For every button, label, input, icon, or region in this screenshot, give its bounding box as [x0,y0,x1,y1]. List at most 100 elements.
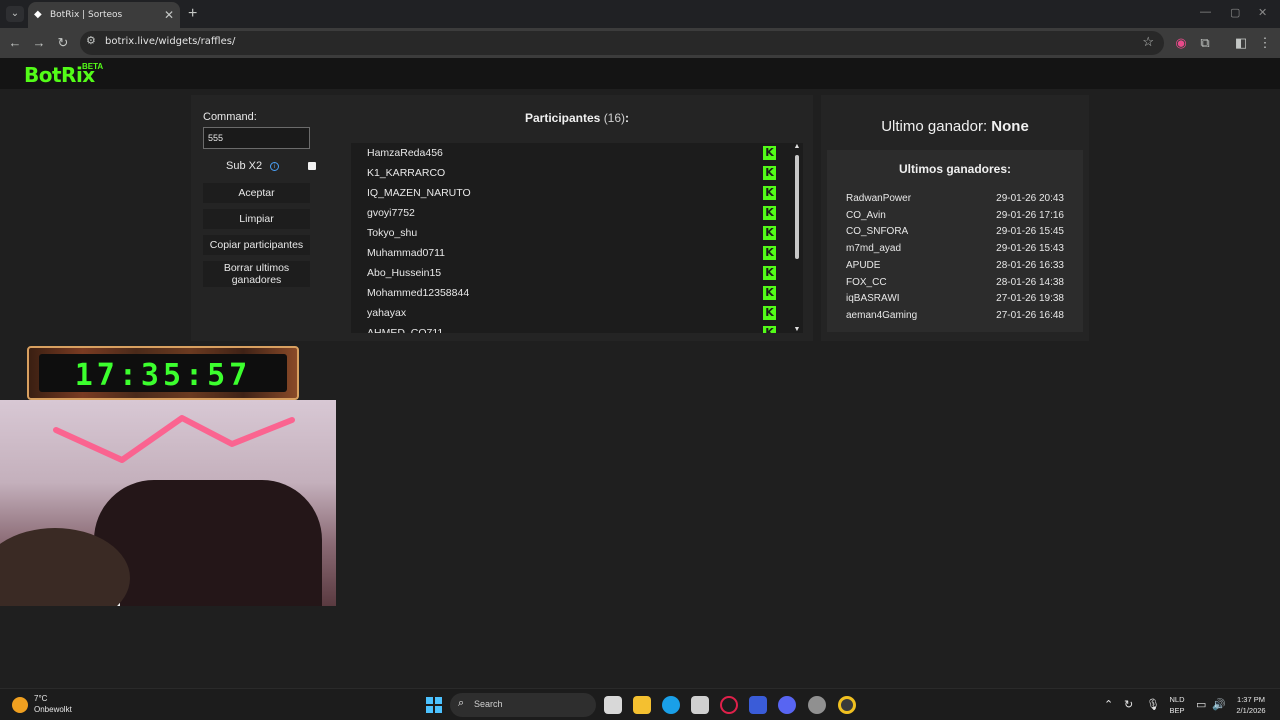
delete-winners-button[interactable]: Borrar ultimos ganadores [203,261,310,287]
sync-icon[interactable]: ↻ [1124,698,1133,711]
browser-tab-active[interactable]: ◆ BotRix | Sorteos ✕ [28,2,180,28]
maximize-icon[interactable]: ▢ [1230,6,1240,19]
participant-name: Mohammed12358844 [367,287,470,299]
back-icon[interactable]: ← [6,34,24,52]
taskbar-search[interactable]: ⌕ Search [450,693,596,717]
address-url[interactable]: botrix.live/widgets/raffles/ [105,36,235,47]
clock-time: 17:35:57 [74,358,252,393]
weather-description[interactable]: Onbewolkt [34,705,72,714]
new-tab-icon[interactable]: + [188,5,197,23]
winner-date: 29-01-26 17:16 [996,209,1064,221]
command-label: Command: [203,111,257,123]
participant-name: Abo_Hussein15 [367,267,442,279]
clock-display: 17:35:57 [39,354,287,393]
tray-overflow-icon[interactable]: ⌃ [1104,698,1113,711]
participant-row[interactable]: Muhammad0711 K [351,243,803,263]
participant-row[interactable]: HamzaReda456 K [351,143,803,163]
store-icon[interactable] [691,696,709,714]
participants-list[interactable]: HamzaReda456 K K1_KARRARCO K IQ_MAZEN_NARUTO… [351,143,803,333]
discord-icon[interactable] [778,696,796,714]
close-window-icon[interactable]: ✕ [1258,6,1267,19]
windows-start-icon[interactable] [426,697,442,713]
microphone-icon[interactable]: 🎙 [1146,698,1160,711]
file-explorer-icon[interactable] [633,696,651,714]
winner-date: 28-01-26 16:33 [996,259,1064,271]
kick-icon: K [763,266,776,280]
kick-icon: K [763,306,776,320]
scroll-down-icon[interactable]: ▼ [793,326,801,333]
scroll-thumb[interactable] [795,155,799,259]
participants-count: (16) [603,111,626,125]
weather-icon[interactable] [12,697,28,713]
opera-icon[interactable] [720,696,738,714]
clock-time-taskbar[interactable]: 1:37 PM [1228,695,1274,704]
clear-button[interactable]: Limpiar [203,209,310,229]
winner-name: aeman4Gaming [846,309,918,321]
steam-icon[interactable] [808,696,826,714]
weather-temperature[interactable]: 7°C [34,694,47,703]
language-bottom[interactable]: BEP [1168,706,1186,715]
kick-icon: K [763,226,776,240]
participant-name: Muhammad0711 [367,247,446,259]
participant-row[interactable]: Abo_Hussein15 K [351,263,803,283]
winner-name: APUDE [846,259,881,271]
kick-icon: K [763,186,776,200]
participant-row[interactable]: Mohammed12358844 K [351,283,803,303]
participant-row[interactable]: K1_KARRARCO K [351,163,803,183]
app-icon[interactable] [749,696,767,714]
participant-row[interactable]: gvoyi7752 K [351,203,803,223]
address-bar[interactable]: ⚙ botrix.live/widgets/raffles/ ☆ [80,31,1164,55]
command-input[interactable]: 555 [203,127,310,149]
winner-row: aeman4Gaming 27-01-26 16:48 [846,310,1064,321]
participant-row[interactable]: IQ_MAZEN_NARUTO K [351,183,803,203]
task-view-icon[interactable] [604,696,622,714]
scroll-up-icon[interactable]: ▲ [793,143,801,150]
winner-row: RadwanPower 29-01-26 20:43 [846,193,1064,204]
participant-row[interactable]: AHMED_CO711 K [351,323,803,333]
sub-x2-label: Sub X2 [226,160,263,172]
tab-search-menu-icon[interactable]: ⌄ [6,6,24,22]
clock-date-taskbar[interactable]: 2/1/2026 [1228,706,1274,715]
winner-name: RadwanPower [846,193,912,204]
winner-date: 27-01-26 19:38 [996,293,1064,305]
info-icon[interactable]: i [270,162,279,171]
browser-menu-icon[interactable]: ⋮ [1256,34,1274,52]
chrome-icon[interactable] [838,696,856,714]
recent-winners-box: Ultimos ganadores: RadwanPower 29-01-26 2… [827,150,1083,332]
copy-participants-button[interactable]: Copiar participantes [203,235,310,255]
webcam-overlay [0,400,336,606]
edge-icon[interactable] [662,696,680,714]
winner-date: 29-01-26 15:45 [996,226,1064,238]
profile-icon[interactable]: ◧ [1232,34,1250,52]
participants-section: Participantes (16): HamzaReda456 K K1_KARR… [351,111,803,333]
neon-light-icon [53,415,295,463]
winner-row: m7md_ayad 29-01-26 15:43 [846,243,1064,254]
volume-icon[interactable]: 🔊 [1212,698,1226,711]
kick-icon: K [763,146,776,160]
sub-x2-checkbox[interactable] [308,162,316,170]
participant-name: IQ_MAZEN_NARUTO [367,187,471,199]
participant-row[interactable]: yahayax K [351,303,803,323]
winner-date: 29-01-26 15:43 [996,243,1064,255]
participant-row[interactable]: Tokyo_shu K [351,223,803,243]
last-winner: Ultimo ganador: None [821,118,1089,135]
winner-name: m7md_ayad [846,243,902,255]
extensions-puzzle-icon[interactable]: ⧉ [1196,34,1214,52]
bookmark-star-icon[interactable]: ☆ [1142,34,1154,50]
language-top[interactable]: NLD [1168,695,1186,704]
winner-name: CO_SNFORA [846,226,909,238]
extension-icon[interactable]: ◉ [1172,34,1190,52]
minimize-icon[interactable]: — [1200,6,1211,18]
sub-x2-row: Sub X2 i [203,157,316,177]
last-winner-label: Ultimo ganador: [881,118,988,135]
network-icon[interactable]: ▭ [1196,698,1206,711]
forward-icon[interactable]: → [30,34,48,52]
accept-button[interactable]: Aceptar [203,183,310,203]
site-info-icon[interactable]: ⚙ [86,34,96,47]
tab-close-icon[interactable]: ✕ [164,8,174,22]
participants-scrollbar[interactable]: ▲ ▼ [791,143,803,333]
last-winner-value: None [991,118,1029,135]
kick-icon: K [763,286,776,300]
windows-taskbar: 7°C Onbewolkt ⌕ Search ⌃ ↻ 🎙 NLD BEP ▭ 🔊… [0,688,1280,720]
reload-icon[interactable]: ↻ [54,34,72,52]
